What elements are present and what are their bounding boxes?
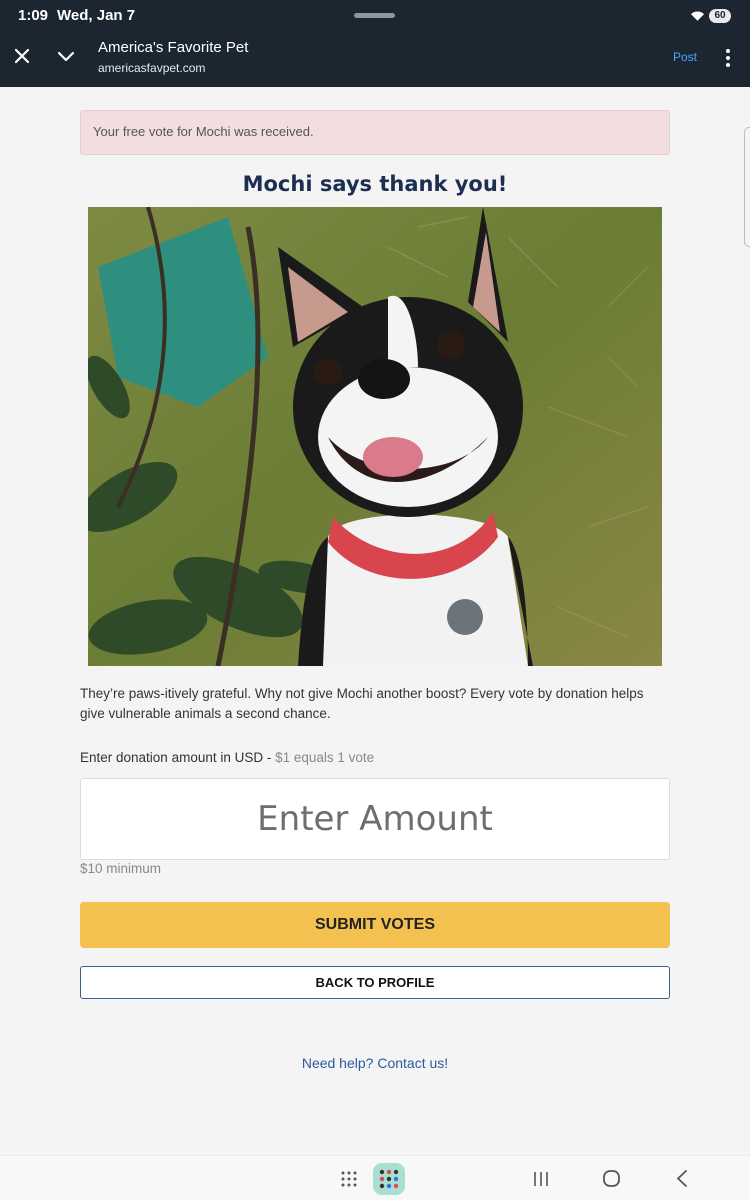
system-nav-bar: [0, 1155, 750, 1200]
status-date: Wed, Jan 7: [57, 7, 136, 24]
donation-amount-input[interactable]: [80, 778, 670, 860]
post-button[interactable]: Post: [673, 50, 697, 64]
app-shortcut-icon[interactable]: [373, 1163, 405, 1195]
donation-label: Enter donation amount in USD - $1 equals…: [80, 750, 374, 765]
close-icon[interactable]: [10, 44, 34, 68]
thank-you-heading: Mochi says thank you!: [242, 172, 508, 196]
wifi-icon: [690, 11, 705, 21]
donation-label-text: Enter donation amount in USD -: [80, 750, 276, 765]
browser-toolbar: America's Favorite Pet americasfavpet.co…: [0, 32, 750, 87]
minimum-note: $10 minimum: [80, 861, 162, 876]
contact-help-link[interactable]: Need help? Contact us!: [0, 1055, 750, 1071]
page-title: America's Favorite Pet: [98, 39, 249, 56]
more-vert-icon[interactable]: [718, 46, 738, 70]
status-drag-handle[interactable]: [354, 13, 395, 18]
back-to-profile-button[interactable]: BACK TO PROFILE: [80, 966, 670, 999]
home-icon[interactable]: [602, 1169, 621, 1188]
status-bar: 1:09 Wed, Jan 7 60: [0, 0, 750, 32]
battery-badge: 60: [709, 9, 731, 23]
vote-received-alert: Your free vote for Mochi was received.: [80, 110, 670, 155]
chevron-down-icon[interactable]: [54, 44, 78, 68]
status-time: 1:09: [18, 7, 49, 24]
recent-apps-icon[interactable]: [532, 1170, 550, 1188]
vote-rate-hint: $1 equals 1 vote: [275, 750, 375, 765]
page-url: americasfavpet.com: [98, 61, 206, 75]
app-grid-icon[interactable]: [340, 1170, 358, 1188]
pet-photo: [88, 207, 662, 666]
back-icon[interactable]: [674, 1169, 690, 1188]
submit-votes-button[interactable]: SUBMIT VOTES: [80, 902, 670, 948]
thank-you-description: They’re paws-itively grateful. Why not g…: [80, 686, 644, 721]
